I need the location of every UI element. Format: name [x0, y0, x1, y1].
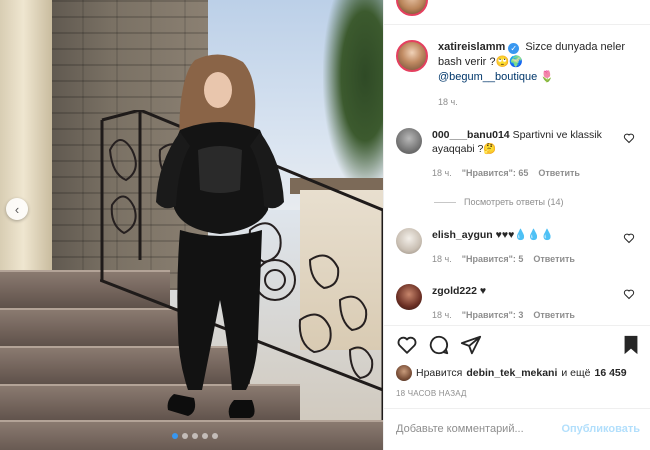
comment-item: zgold222 ♥ 18 ч. "Нравится": 3 Ответить — [396, 284, 641, 322]
comment-item: 000___banu014 Spartivni ve klassik ayaqq… — [396, 128, 641, 180]
carousel-dot — [212, 433, 218, 439]
comment-likes[interactable]: "Нравится": 3 — [462, 308, 524, 322]
header-avatar[interactable] — [396, 0, 428, 16]
publish-button[interactable]: Опубликовать — [561, 423, 640, 435]
liker-avatar[interactable] — [396, 365, 412, 381]
commenter-avatar[interactable] — [396, 284, 422, 310]
comment-like-heart-icon[interactable] — [623, 132, 635, 144]
carousel-dots — [172, 433, 218, 439]
caption: xatireislamm ✓ Sizce dunyada neler bash v… — [396, 40, 641, 110]
carousel-dot — [192, 433, 198, 439]
commenter-avatar[interactable] — [396, 228, 422, 254]
column — [0, 0, 52, 290]
likes-summary: Нравится debin_tek_mekani и ещё 16 459 — [396, 365, 627, 381]
comment-item: elish_aygun ♥♥♥💧💧💧 18 ч. "Нравится": 5 О… — [396, 228, 641, 266]
woman-figure — [156, 54, 284, 418]
commenter-avatar[interactable] — [396, 128, 422, 154]
likes-prefix: Нравится — [416, 367, 463, 379]
comment-likes[interactable]: "Нравится": 5 — [462, 252, 524, 266]
caption-mention-link[interactable]: @begum__boutique — [438, 71, 537, 83]
post-photo[interactable]: ‹ — [0, 0, 383, 450]
bookmark-icon[interactable] — [620, 334, 642, 356]
author-username[interactable]: xatireislamm — [438, 41, 505, 53]
action-bar — [396, 334, 641, 358]
likes-and-more: и ещё — [561, 367, 591, 379]
comment-like-heart-icon[interactable] — [623, 288, 635, 300]
comment-input[interactable]: Добавьте комментарий... — [396, 423, 524, 435]
divider — [384, 408, 650, 409]
heart-icon[interactable] — [396, 334, 418, 356]
comment-like-heart-icon[interactable] — [623, 232, 635, 244]
comment-text: ♥ — [479, 285, 487, 297]
comment-icon[interactable] — [428, 334, 450, 356]
liker-username[interactable]: debin_tek_mekani — [466, 367, 557, 379]
likes-count[interactable]: 16 459 — [595, 367, 627, 379]
carousel-dot — [172, 433, 178, 439]
replies-line — [434, 201, 456, 203]
verified-badge-icon: ✓ — [508, 43, 520, 54]
caption-mention-suffix: 🌷 — [537, 71, 555, 83]
comment-reply-button[interactable]: Ответить — [533, 252, 575, 266]
comment-username[interactable]: 000___banu014 — [432, 129, 510, 141]
comment-time[interactable]: 18 ч. — [432, 166, 452, 180]
carousel-dot — [202, 433, 208, 439]
comment-reply-button[interactable]: Ответить — [533, 308, 575, 322]
comment-username[interactable]: zgold222 — [432, 285, 477, 297]
author-avatar[interactable] — [396, 40, 428, 72]
comment-time[interactable]: 18 ч. — [432, 308, 452, 322]
comment-likes[interactable]: "Нравится": 65 — [462, 166, 529, 180]
comment-time[interactable]: 18 ч. — [432, 252, 452, 266]
comment-username[interactable]: elish_aygun — [432, 229, 493, 241]
post-side-panel: xatireislamm ✓ Sizce dunyada neler bash v… — [383, 0, 650, 450]
view-replies-label: Посмотреть ответы (14) — [464, 197, 564, 207]
comment-reply-button[interactable]: Ответить — [538, 166, 580, 180]
divider — [384, 325, 650, 326]
divider — [384, 24, 650, 25]
comment-text: ♥♥♥💧💧💧 — [495, 229, 554, 241]
view-replies-button[interactable]: Посмотреть ответы (14) — [434, 197, 564, 207]
caption-time[interactable]: 18 ч. — [438, 95, 641, 110]
chevron-left-icon: ‹ — [14, 201, 20, 217]
carousel-prev-button[interactable]: ‹ — [6, 198, 28, 220]
post-timestamp[interactable]: 18 ЧАСОВ НАЗАД — [396, 389, 467, 398]
carousel-dot — [182, 433, 188, 439]
paper-plane-icon[interactable] — [460, 334, 482, 356]
